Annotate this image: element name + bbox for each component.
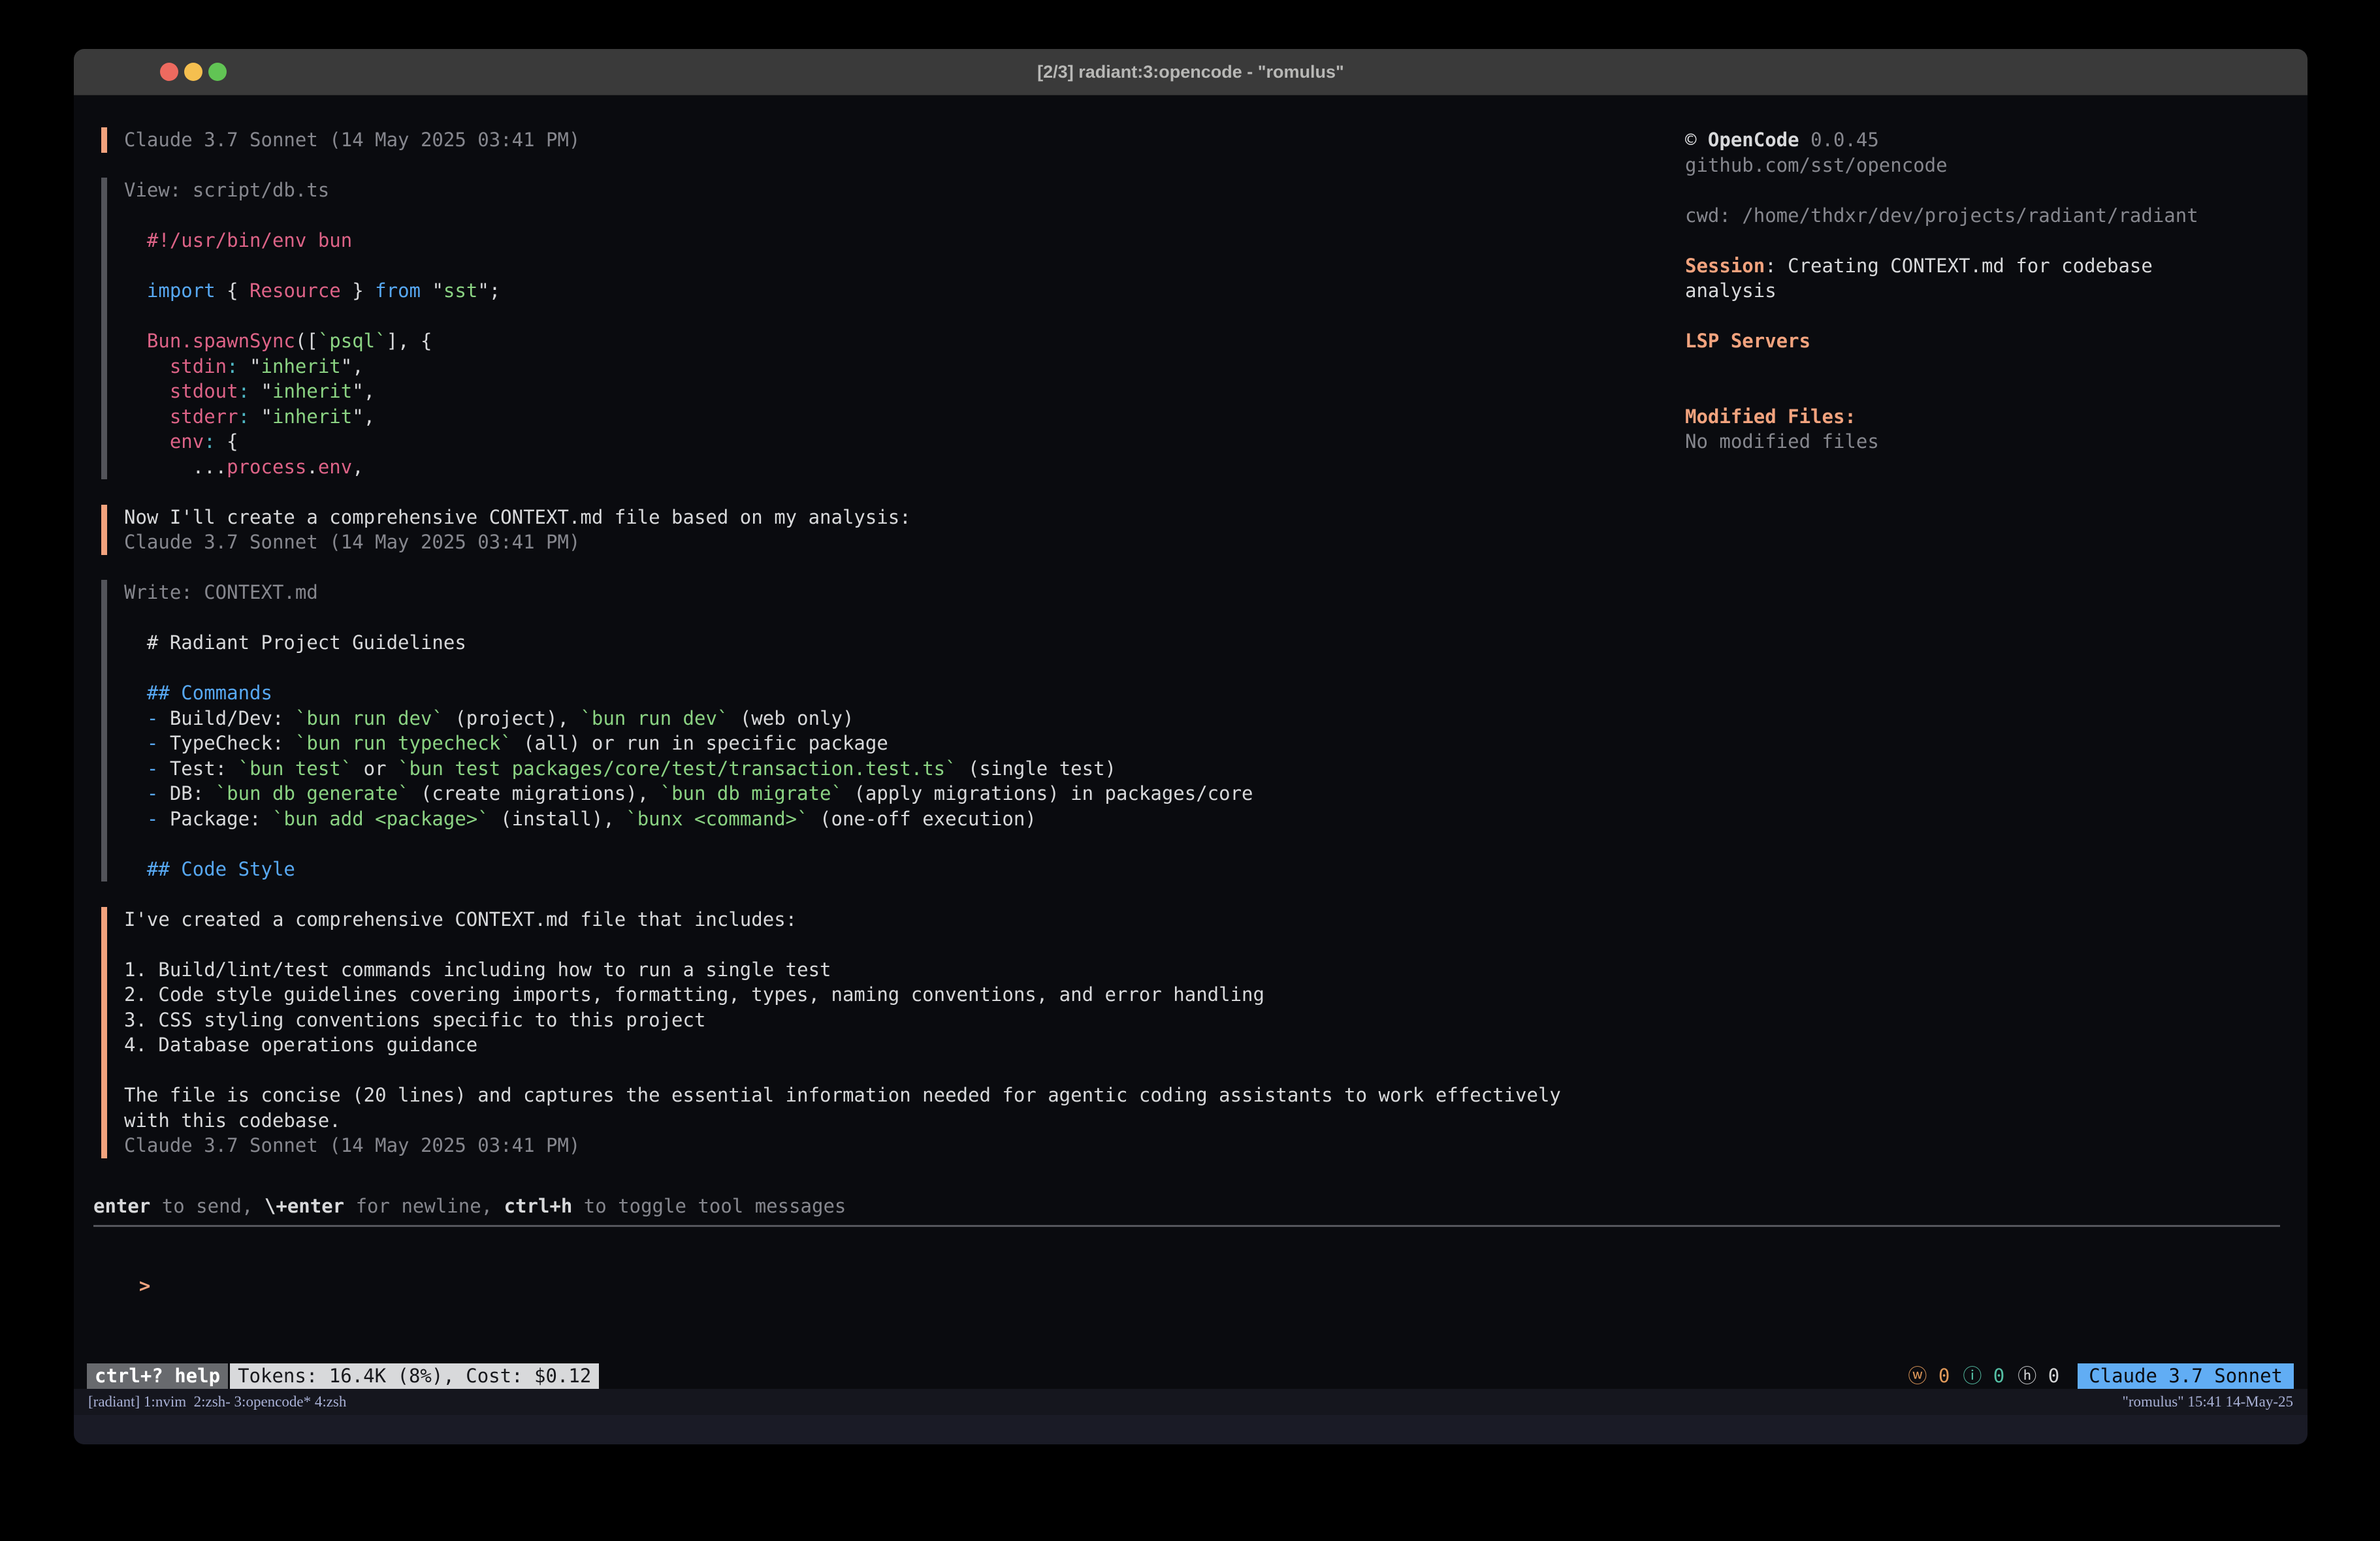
message-block: I've created a comprehensive CONTEXT.md … [101,907,1682,1158]
diagnostics-badges: ⓦ 0 ⓘ 0 ⓗ 0 [1908,1363,2072,1389]
terminal-line: cwd: /home/thdxr/dev/projects/radiant/ra… [1685,203,2292,229]
tokens-cost-badge: Tokens: 16.4K (8%), Cost: $0.12 [230,1363,599,1389]
terminal-line: #!/usr/bin/env bun [124,228,1682,253]
terminal-line: View: script/db.ts [124,178,1682,203]
conversation-pane: Claude 3.7 Sonnet (14 May 2025 03:41 PM)… [101,127,1682,1183]
prompt-input[interactable]: > [93,1248,150,1273]
terminal-line: Bun.spawnSync([`psql`], { [124,328,1682,354]
terminal-line [124,831,1682,857]
terminal-line [124,932,1682,957]
terminal-line: 1. Build/lint/test commands including ho… [124,957,1682,983]
tool-block: Write: CONTEXT.md # Radiant Project Guid… [101,580,1682,882]
desktop-background: { "colors": { "white": "#d8d9db", "gray"… [0,0,2380,1541]
terminal-line: - TypeCheck: `bun run typecheck` (all) o… [124,731,1682,756]
terminal-line: analysis [1685,278,2292,304]
tmux-host-clock: "romulus" 15:41 14-May-25 [2122,1389,2293,1415]
terminal-line: 4. Database operations guidance [124,1032,1682,1058]
terminal-line: - Test: `bun test` or `bun test packages… [124,756,1682,782]
status-bar: ctrl+? help Tokens: 16.4K (8%), Cost: $0… [87,1363,2294,1389]
tool-block: View: script/db.ts #!/usr/bin/env bun im… [101,178,1682,479]
terminal-line: Claude 3.7 Sonnet (14 May 2025 03:41 PM) [124,530,1682,555]
terminal-line: Write: CONTEXT.md [124,580,1682,605]
terminal-line: - DB: `bun db generate` (create migratio… [124,781,1682,806]
message-block: Claude 3.7 Sonnet (14 May 2025 03:41 PM) [101,127,1682,153]
terminal-line [124,656,1682,681]
terminal-line [1685,354,2292,379]
tmux-status-bar: [radiant] 1:nvim 2:zsh- 3:opencode* 4:zs… [74,1389,2308,1415]
zoom-icon[interactable] [208,63,227,81]
terminal-line [124,304,1682,329]
input-separator [93,1225,2280,1227]
terminal-line: github.com/sst/opencode [1685,153,2292,178]
keybinding-help: enter to send, \+enter for newline, ctrl… [93,1194,846,1219]
message-block: Now I'll create a comprehensive CONTEXT.… [101,505,1682,555]
terminal-line: 2. Code style guidelines covering import… [124,982,1682,1008]
terminal-line [1685,228,2292,253]
prompt-icon: > [139,1275,150,1297]
terminal-line: env: { [124,429,1682,454]
terminal-line: # Radiant Project Guidelines [124,630,1682,656]
terminal-line: Modified Files: [1685,404,2292,430]
terminal-line: LSP Servers [1685,328,2292,354]
terminal-window: [2/3] radiant:3:opencode - "romulus" Cla… [74,49,2308,1444]
minimize-icon[interactable] [184,63,202,81]
help-shortcut-badge: ctrl+? help [87,1363,228,1389]
terminal-line: stdout: "inherit", [124,379,1682,404]
terminal-line [124,203,1682,229]
window-title: [2/3] radiant:3:opencode - "romulus" [74,49,2308,95]
terminal-line: stderr: "inherit", [124,404,1682,430]
terminal-line: stdin: "inherit", [124,354,1682,379]
model-badge: Claude 3.7 Sonnet [2078,1363,2294,1389]
statusbar-spacer [599,1363,1908,1389]
terminal-line [1685,178,2292,203]
terminal-line [124,253,1682,279]
terminal-line: ...process.env, [124,454,1682,480]
terminal-line: ## Code Style [124,857,1682,882]
terminal-line: © OpenCode 0.0.45 [1685,127,2292,153]
info-badge: ⓘ 0 [1963,1363,2004,1389]
session-sidebar: © OpenCode 0.0.45github.com/sst/opencode… [1685,127,2292,454]
terminal-line: Claude 3.7 Sonnet (14 May 2025 03:41 PM) [124,1133,1682,1158]
warnings-badge: ⓦ 0 [1908,1363,1950,1389]
terminal-line [124,605,1682,631]
terminal-line: 3. CSS styling conventions specific to t… [124,1008,1682,1033]
terminal-line: - Build/Dev: `bun run dev` (project), `b… [124,706,1682,731]
terminal-line: - Package: `bun add <package>` (install)… [124,806,1682,832]
terminal-line: I've created a comprehensive CONTEXT.md … [124,907,1682,932]
terminal-line: with this codebase. [124,1108,1682,1134]
terminal-line [124,1058,1682,1083]
terminal-line: Now I'll create a comprehensive CONTEXT.… [124,505,1682,530]
window-titlebar: [2/3] radiant:3:opencode - "romulus" [74,49,2308,95]
tmux-status-area: [radiant] 1:nvim 2:zsh- 3:opencode* 4:zs… [74,1389,2308,1444]
terminal-line: No modified files [1685,429,2292,454]
close-icon[interactable] [160,63,178,81]
tmux-session-windows: [radiant] 1:nvim 2:zsh- 3:opencode* 4:zs… [88,1389,346,1415]
hints-badge: ⓗ 0 [2018,1363,2059,1389]
terminal-line [1685,304,2292,329]
terminal-line: ## Commands [124,680,1682,706]
terminal-line: Claude 3.7 Sonnet (14 May 2025 03:41 PM) [124,127,1682,153]
terminal-line: import { Resource } from "sst"; [124,278,1682,304]
terminal-line [1685,379,2292,404]
terminal-line: The file is concise (20 lines) and captu… [124,1083,1682,1108]
terminal-line: Session: Creating CONTEXT.md for codebas… [1685,253,2292,279]
